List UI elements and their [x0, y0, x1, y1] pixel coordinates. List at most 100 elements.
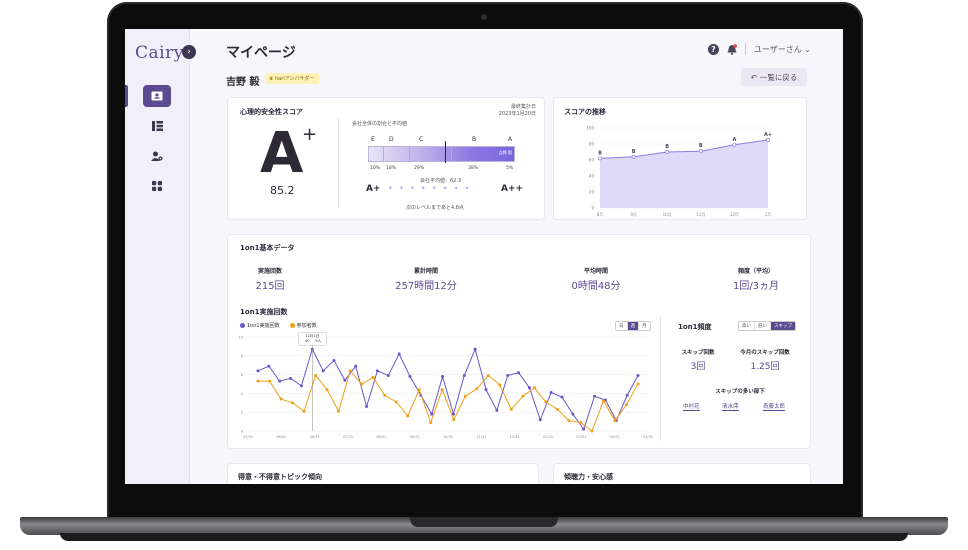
series-point — [394, 400, 398, 404]
series-point — [383, 393, 387, 397]
frequency-tab-skip[interactable]: スキップ — [771, 322, 795, 330]
monthly-skip-value: 1.25回 — [750, 362, 780, 372]
x-tick-label: 12/31 — [510, 435, 520, 439]
distribution-title: 会社全体の割合と平均値 — [352, 121, 408, 127]
level-label: C — [419, 136, 424, 143]
series-point — [636, 382, 640, 386]
series-line — [257, 347, 639, 431]
x-tick-label: 02/31 — [576, 435, 586, 439]
x-tick-label: 04/31 — [643, 435, 653, 439]
bell-icon[interactable] — [727, 43, 737, 55]
series-point — [593, 394, 597, 398]
y-tick-label: 6 — [241, 372, 244, 377]
member-link[interactable]: 清水澪 — [722, 402, 739, 411]
x-tick-label: 06/31 — [310, 435, 320, 439]
series-point — [532, 386, 536, 390]
sidebar-item-list[interactable] — [143, 115, 171, 137]
x-tick-label: 01/31 — [543, 435, 553, 439]
most-skipped-label: スキップの多い部下 — [715, 389, 765, 395]
ambassador-badge: ♛ hariアンバサダー — [265, 73, 319, 84]
screen: Cairy › マイページ ? ユーザーさん ⌄ 吉野 毅 ♛ hariアンバサ… — [125, 29, 843, 484]
series-point — [321, 369, 325, 373]
stat-label: 頻度（平均） — [737, 268, 774, 275]
basic-data-title: 1on1基本データ — [240, 244, 295, 252]
series-point — [544, 400, 548, 404]
series-point — [509, 407, 513, 411]
series-point — [365, 405, 369, 409]
series-point — [314, 374, 318, 378]
series-point — [613, 419, 617, 423]
user-menu[interactable]: ユーザーさん ⌄ — [754, 44, 811, 55]
x-tick-label: 10月 — [663, 212, 672, 217]
level-percentage: 29% — [414, 166, 425, 171]
series-point — [256, 369, 260, 373]
series-point — [343, 378, 347, 382]
trend-point — [665, 150, 670, 154]
trend-area — [600, 139, 768, 208]
score-grade-modifier: + — [302, 124, 318, 145]
next-level: A++ — [501, 184, 524, 194]
series-point — [278, 379, 282, 383]
one-on-one-data-card: 1on1基本データ 実施回数 215回 累計時間 257時間12分 平均時間 0… — [227, 234, 811, 449]
series-point — [625, 393, 629, 397]
y-tick-label: 40 — [589, 174, 595, 179]
series-point — [498, 383, 502, 387]
series-point — [375, 369, 379, 373]
company-average-text: 会社平均値：62.3 — [420, 178, 462, 184]
sidebar-item-users[interactable] — [143, 145, 171, 167]
y-tick-label: 60 — [589, 158, 595, 163]
main-content: マイページ ? ユーザーさん ⌄ 吉野 毅 ♛ hariアンバサダー ↶ 一覧に… — [189, 29, 843, 484]
series-point — [289, 376, 293, 380]
x-tick-label: 9月 — [630, 212, 637, 217]
y-tick-label: 10 — [238, 335, 243, 340]
level-label: A — [508, 136, 513, 143]
sidebar-item-mypage[interactable] — [143, 85, 171, 107]
level-percentage: 38% — [468, 166, 479, 171]
listening-title: 傾聴力・安心感 — [564, 473, 613, 481]
segment-divider — [409, 147, 410, 161]
back-to-list-button[interactable]: ↶ 一覧に戻る — [741, 68, 807, 86]
member-link[interactable]: 中村花 — [683, 402, 700, 411]
header-divider — [744, 43, 746, 55]
member-link[interactable]: 斎藤太郎 — [763, 402, 786, 411]
series-point — [555, 407, 559, 411]
series-point — [517, 371, 521, 375]
distribution-bar: 吉野 毅 — [368, 141, 515, 163]
frequency-tab-high[interactable]: 高い — [739, 322, 755, 330]
x-tick-label: 11月 — [696, 212, 705, 217]
help-icon[interactable]: ? — [707, 43, 719, 55]
you-marker-label: 吉野 毅 — [498, 150, 512, 155]
y-tick-label: 0 — [241, 429, 244, 434]
webcam — [481, 14, 487, 20]
series-point — [268, 379, 272, 383]
app-logo: Cairy — [135, 43, 184, 63]
trend-point-label: A — [732, 137, 736, 143]
trend-point — [766, 137, 770, 142]
user-settings-icon — [151, 151, 163, 161]
series-point — [571, 412, 575, 416]
series-point — [440, 388, 444, 392]
series-point — [332, 359, 336, 362]
frequency-title: 1on1頻度 — [678, 323, 712, 331]
header-actions: ? ユーザーさん ⌄ — [707, 43, 811, 55]
score-value: 85.2 — [270, 184, 295, 197]
laptop-base-shadow — [60, 533, 908, 541]
x-tick-label: 03/31 — [610, 435, 620, 439]
sidebar-item-dashboard[interactable] — [143, 175, 171, 197]
level-label: B — [472, 136, 477, 143]
series-point — [527, 386, 531, 390]
frequency-tab-low[interactable]: 低い — [755, 322, 771, 330]
series-point — [484, 388, 488, 392]
count-chart-title: 1on1実施回数 — [240, 308, 288, 316]
tooltip-value: 40 — [305, 339, 310, 343]
frequency-toggle: 高い 低い スキップ — [738, 321, 796, 331]
next-level-note: 次のレベルまであと4.8点 — [406, 205, 464, 211]
series-point — [302, 409, 306, 413]
id-card-icon — [151, 91, 163, 101]
series-point — [624, 403, 628, 407]
x-tick-label: 8月 — [597, 212, 604, 217]
score-trend-chart: 0 20 40 60 80 100 B 8月 B 9月 B 10月 B 11月 A 12月 A+ 1月 — [586, 126, 772, 218]
sidebar-collapse-button[interactable]: › — [182, 45, 196, 59]
page-title: マイページ — [226, 45, 296, 61]
footprints-icon: ✦ ✦ ✦ ✦ ✦ ✦ ✦ ✦ — [388, 185, 472, 192]
